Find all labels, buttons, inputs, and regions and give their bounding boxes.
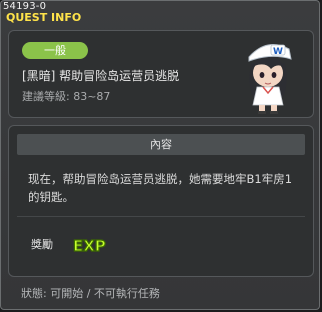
quest-description: 现在，帮助冒险岛运营员逃脱，她需要地牢B1牢房1的钥匙。 [28,172,293,204]
reward-label: 獎勵 [31,238,53,251]
svg-text:W: W [273,47,283,57]
window-title: QUEST INFO [6,11,82,24]
quest-level-requirement: 建議等級: 83~87 [22,90,111,103]
quest-status: 狀態: 可開始 / 不可執行任務 [21,287,160,300]
content-section-title: 內容 [17,134,305,155]
reward-divider [17,216,305,217]
exp-icon-text: EXP [73,237,106,255]
quest-info-window: 54193-0 QUEST INFO 一般 [黑暗] 帮助冒险岛运营员逃脱 建議… [0,0,320,310]
exp-icon: EXP [72,236,106,255]
quest-category-badge: 一般 [22,42,88,59]
npc-avatar: W [248,44,292,114]
quest-summary-panel: 一般 [黑暗] 帮助冒险岛运营员逃脱 建議等級: 83~87 W [8,30,314,118]
quest-title: [黑暗] 帮助冒险岛运营员逃脱 [22,69,180,83]
quest-content-panel: 內容 现在，帮助冒险岛运营员逃脱，她需要地牢B1牢房1的钥匙。 獎勵 EXP [8,125,314,277]
